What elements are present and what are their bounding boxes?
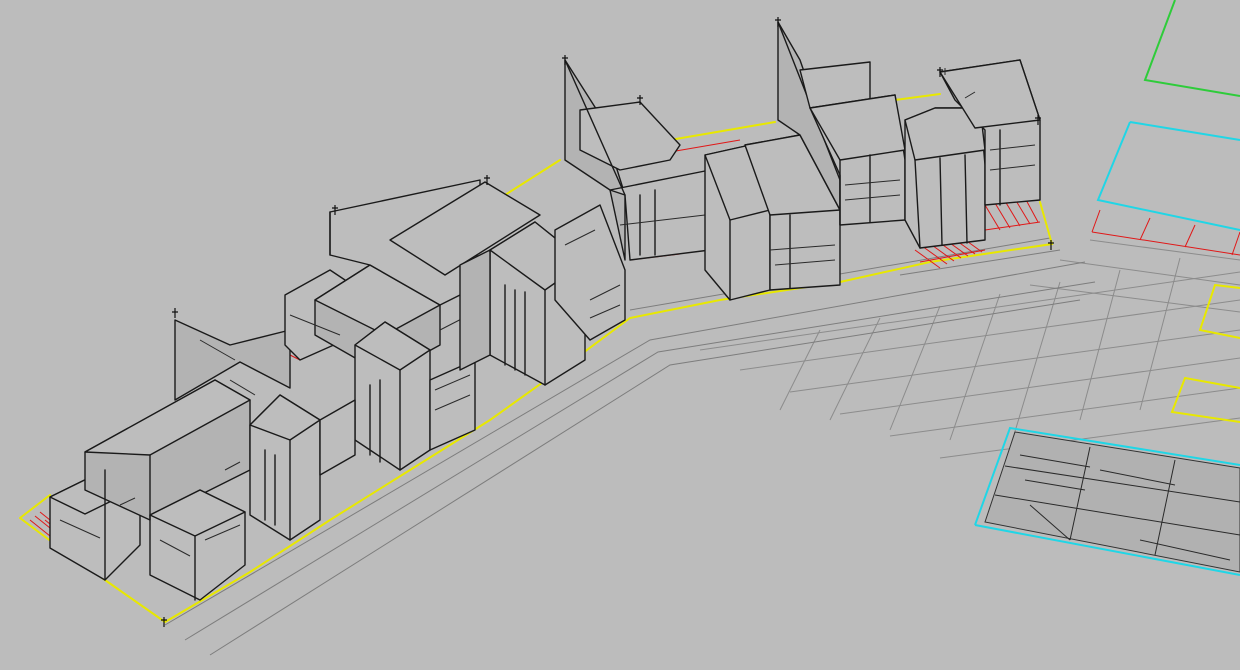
cad-3d-viewport[interactable] bbox=[0, 0, 1240, 670]
adjacent-lot-green bbox=[1143, 0, 1240, 97]
building-8[interactable] bbox=[904, 59, 1041, 249]
building-6[interactable] bbox=[704, 21, 841, 301]
yellow-markers bbox=[1170, 284, 1240, 423]
building-1[interactable] bbox=[49, 379, 251, 601]
